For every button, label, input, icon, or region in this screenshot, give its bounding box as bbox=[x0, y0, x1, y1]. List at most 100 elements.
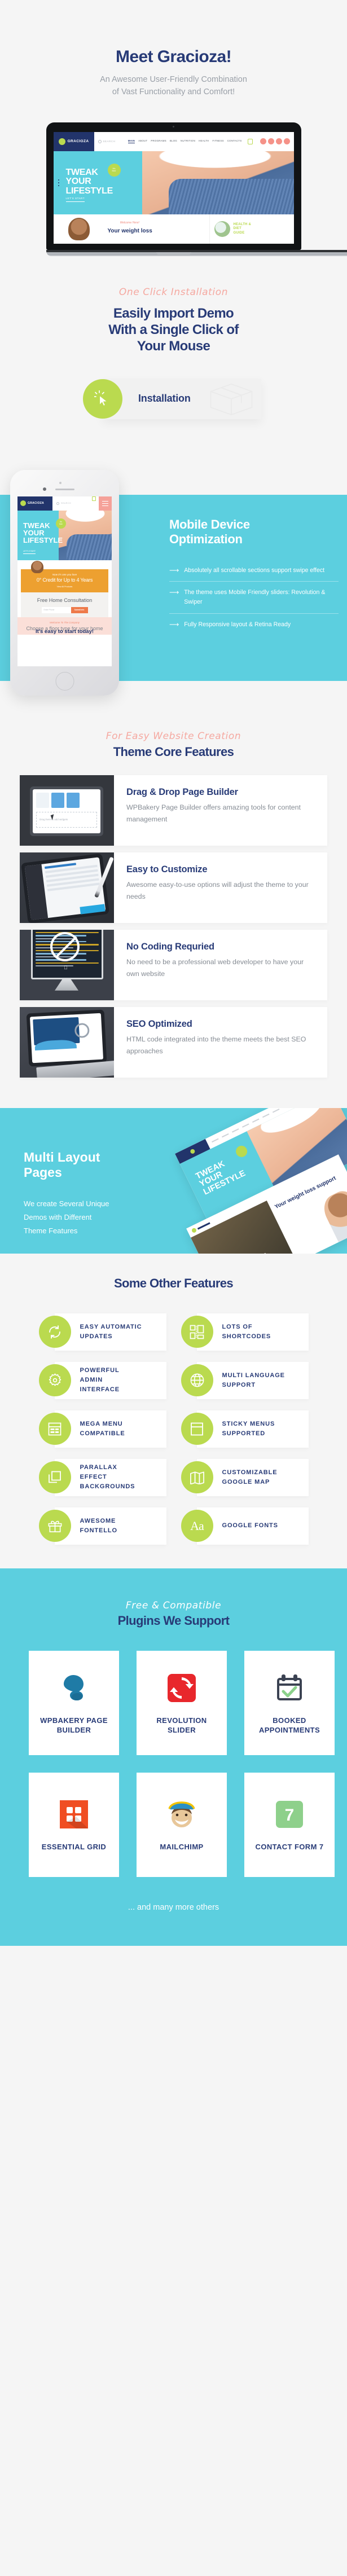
typography-aa-icon: Aa bbox=[181, 1510, 213, 1542]
map-fold-icon bbox=[181, 1461, 213, 1494]
logo-mark-icon bbox=[20, 500, 26, 507]
revolution-slider-icon bbox=[167, 1671, 196, 1705]
layout-mockup-heading: TWEAK YOUR LIFESTYLE bbox=[194, 1159, 247, 1197]
feature-card[interactable]: LOTS OF SHORTCODES bbox=[181, 1313, 309, 1351]
plugin-label: MAILCHIMP bbox=[160, 1843, 204, 1852]
feature-label: EASY AUTOMATIC UPDATES bbox=[80, 1323, 142, 1340]
laptop-camera-icon bbox=[173, 125, 174, 128]
hero-photo-jeans bbox=[168, 179, 294, 214]
feature-label: AWESOME FONTELLO bbox=[80, 1517, 117, 1534]
plugin-card[interactable]: 7 CONTACT FORM 7 bbox=[244, 1772, 335, 1877]
wpbakery-icon bbox=[58, 1671, 90, 1705]
core-feature-description: No need to be a professional web develop… bbox=[126, 957, 304, 978]
core-features-title: Theme Core Features bbox=[113, 744, 234, 759]
svg-text:7: 7 bbox=[285, 1806, 295, 1825]
other-features-grid: EASY AUTOMATIC UPDATES LOTS OF SHORTCODE… bbox=[38, 1313, 309, 1545]
plugin-card[interactable]: ESSENTIAL GRID bbox=[29, 1772, 119, 1877]
phone-speaker bbox=[55, 488, 74, 490]
hamburger-menu-icon bbox=[99, 496, 112, 511]
plugin-card[interactable]: WPBAKERY PAGE BUILDER bbox=[29, 1650, 119, 1755]
plugins-eyebrow: Free & Compatible bbox=[125, 1599, 222, 1611]
hero-section: Meet Gracioza! An Awesome User-Friendly … bbox=[0, 0, 347, 256]
core-feature-title: No Coding Requried bbox=[126, 941, 214, 952]
feature-label: POWERFUL ADMIN INTERFACE bbox=[80, 1367, 120, 1393]
plugin-card[interactable]: MAILCHIMP bbox=[137, 1772, 227, 1877]
plugin-card[interactable]: REVOLUTION SLIDER bbox=[137, 1650, 227, 1755]
mockup-nav-item: PROGRAMS bbox=[151, 139, 166, 143]
free-badge: It's free bbox=[107, 163, 121, 177]
gear-icon bbox=[38, 1364, 71, 1397]
magnifier-icon bbox=[74, 1022, 90, 1038]
mockup-nav: MAIN ABOUT PROGRAMS BLOG NUTRITION HEALT… bbox=[128, 139, 242, 144]
no-entry-icon bbox=[50, 931, 80, 961]
slider-dots bbox=[58, 179, 59, 186]
drag-drop-laptop-thumb: Drag here to add widgets bbox=[20, 775, 114, 846]
installation-eyebrow: One Click Installation bbox=[118, 286, 229, 298]
feature-card[interactable]: MULTI LANGUAGE SUPPORT bbox=[181, 1361, 309, 1399]
core-feature-row[interactable]:  No Coding Requried No need to be a pro… bbox=[20, 929, 327, 1000]
mockup-social-icons bbox=[260, 138, 290, 145]
core-feature-row[interactable]: Easy to Customize Awesome easy-to-use op… bbox=[20, 852, 327, 923]
installation-card[interactable]: Installation bbox=[83, 378, 261, 419]
core-feature-title: Drag & Drop Page Builder bbox=[126, 786, 238, 797]
sticky-window-icon bbox=[181, 1413, 213, 1445]
installation-title: Easily Import Demo With a Single Click o… bbox=[108, 305, 239, 354]
feature-card[interactable]: CUSTOMIZABLE GOOGLE MAP bbox=[181, 1458, 309, 1496]
phone-pink-block: Welcome To The Company Choose a floor ty… bbox=[17, 617, 112, 635]
apple-logo-icon:  bbox=[64, 965, 68, 970]
plugin-card[interactable]: BOOKED APPOINTMENTS bbox=[244, 1650, 335, 1755]
social-icon bbox=[283, 138, 290, 145]
feature-card[interactable]: EASY AUTOMATIC UPDATES bbox=[38, 1313, 166, 1351]
calendar-check-icon bbox=[275, 1671, 304, 1705]
feature-card[interactable]: AWESOME FONTELLO bbox=[38, 1507, 166, 1545]
multi-layout-title: Multi Layout Pages bbox=[24, 1149, 100, 1180]
tablet-stylus-thumb bbox=[20, 852, 114, 923]
mockup-search-placeholder: SEARCH bbox=[103, 140, 116, 143]
mobile-optimization-title: Mobile Device Optimization bbox=[169, 517, 250, 547]
layers-icon bbox=[38, 1461, 71, 1494]
plugin-label: CONTACT FORM 7 bbox=[255, 1843, 324, 1852]
arrow-right-icon: ⟶ bbox=[169, 566, 179, 574]
logo-mark-icon bbox=[58, 138, 65, 145]
feature-card[interactable]: MEGA MENU COMPATIBLE bbox=[38, 1410, 166, 1448]
grid-blocks-icon bbox=[181, 1316, 213, 1348]
feature-card[interactable]: POWERFUL ADMIN INTERFACE bbox=[38, 1361, 166, 1399]
feature-card[interactable]: STICKY MENUS SUPPORTED bbox=[181, 1410, 309, 1448]
submit-button: Submit Info bbox=[71, 606, 88, 613]
mockup-welcome-note: Welcome Here! bbox=[120, 221, 139, 225]
hero-subtitle-line1: An Awesome User-Friendly Combination bbox=[100, 75, 247, 84]
feature-label: GOOGLE FONTS bbox=[222, 1522, 278, 1529]
search-icon bbox=[98, 139, 102, 143]
plugin-label: WPBAKERY PAGE BUILDER bbox=[40, 1716, 108, 1735]
mockup-logo: GRACIOZA bbox=[53, 131, 94, 151]
thumb-caption: Drag here to add widgets bbox=[36, 811, 97, 828]
core-feature-row[interactable]: SEO Optimized HTML code integrated into … bbox=[20, 1006, 327, 1078]
mobile-optimization-section: GRACIOZA SEARCH TWEAK YOUR LIFESTYLE It'… bbox=[0, 458, 347, 706]
social-icon bbox=[275, 138, 282, 145]
cart-icon bbox=[92, 496, 96, 501]
plugins-grid: WPBAKERY PAGE BUILDER REVOLUTION SLIDER bbox=[29, 1650, 335, 1877]
core-feature-title: SEO Optimized bbox=[126, 1018, 192, 1029]
plugin-label: ESSENTIAL GRID bbox=[41, 1843, 107, 1852]
feature-label: CUSTOMIZABLE GOOGLE MAP bbox=[222, 1469, 278, 1485]
core-feature-row[interactable]: Drag here to add widgets Drag & Drop Pag… bbox=[20, 775, 327, 846]
phone-screen-content: GRACIOZA SEARCH TWEAK YOUR LIFESTYLE It'… bbox=[17, 496, 112, 666]
mockup-nav-item: NUTRITION bbox=[181, 139, 196, 143]
laptop-base bbox=[46, 249, 347, 256]
plugins-section: Free & Compatible Plugins We Support WPB… bbox=[0, 1568, 347, 1946]
mailchimp-monkey-icon bbox=[166, 1797, 197, 1832]
core-feature-description: Awesome easy-to-use options will adjust … bbox=[126, 880, 309, 900]
mockup-nav-item: MAIN bbox=[128, 139, 135, 144]
essential-grid-icon bbox=[59, 1797, 89, 1832]
feature-card[interactable]: PARALLAX EFFECT BACKGROUNDS bbox=[38, 1458, 166, 1496]
social-icon bbox=[267, 138, 274, 145]
mobile-optimization-copy: Mobile Device Optimization ⟶ Absolutely … bbox=[169, 517, 339, 636]
core-feature-description: WPBakery Page Builder offers amazing too… bbox=[126, 803, 301, 823]
landing-page: Meet Gracioza! An Awesome User-Friendly … bbox=[0, 0, 347, 1946]
phone-mockup-logo: GRACIOZA bbox=[17, 496, 52, 511]
feature-card[interactable]: Aa GOOGLE FONTS bbox=[181, 1507, 309, 1545]
mockup-guide-photo bbox=[214, 221, 230, 237]
mockup-welcome-title: Your weight loss bbox=[107, 227, 152, 234]
feature-label: LOTS OF SHORTCODES bbox=[222, 1323, 271, 1340]
arrow-right-icon: ⟶ bbox=[169, 588, 179, 597]
